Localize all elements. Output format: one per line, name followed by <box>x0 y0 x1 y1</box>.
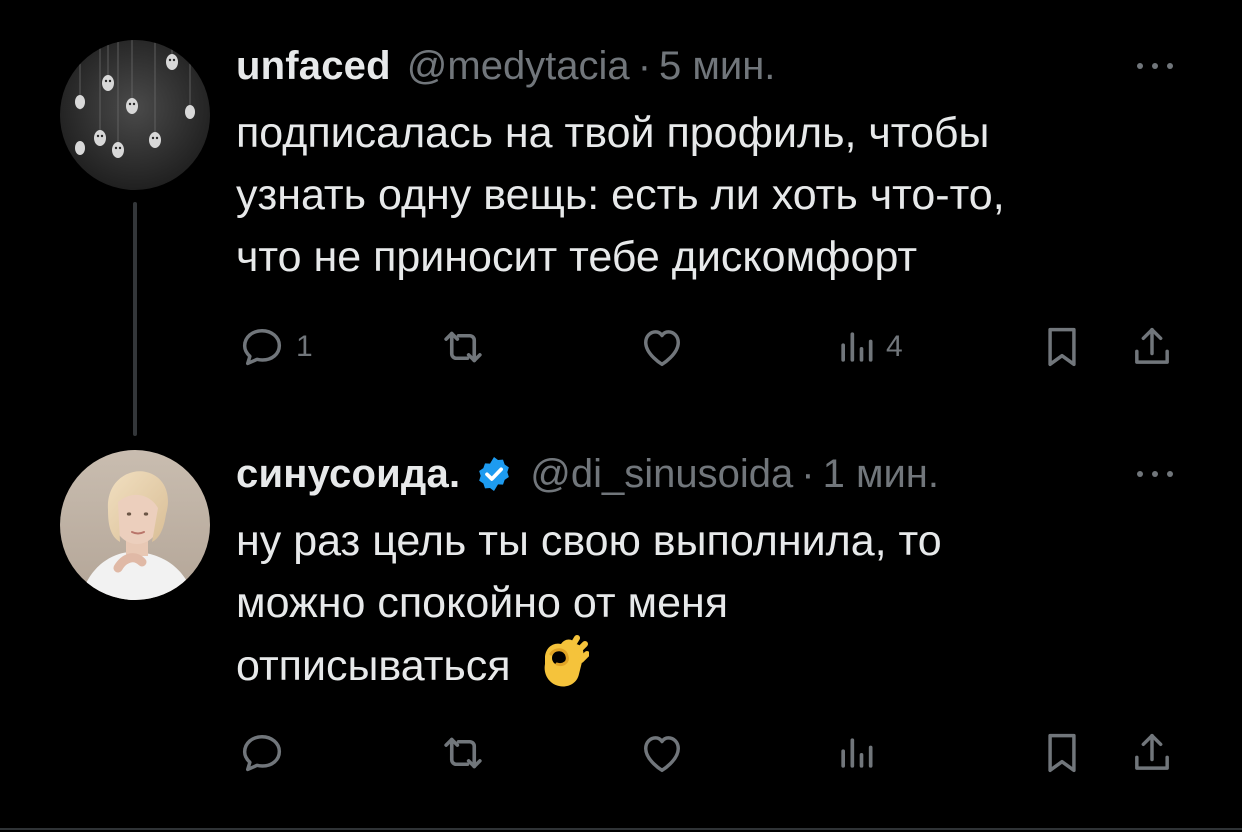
views-button[interactable]: 4 <box>834 320 903 374</box>
verified-badge-icon[interactable] <box>474 454 514 494</box>
tweet-text-segment: отписываться <box>236 642 511 690</box>
heart-icon <box>636 321 688 373</box>
share-icon <box>1126 321 1178 373</box>
tweet-text-line: можно спокойно от меня <box>236 579 729 627</box>
bookmark-button[interactable] <box>1036 726 1088 780</box>
analytics-icon <box>834 731 878 775</box>
tweet-text-line: узнать одну вещь: есть ли хоть что-то, <box>236 171 1005 219</box>
timestamp[interactable]: 1 мин. <box>823 452 939 497</box>
tweet-header: синусоида. @di_sinusoida · 1 мин. <box>236 446 939 502</box>
tweet-text-line: ну раз цель ты свою выполнила, то <box>236 517 942 565</box>
ok-hand-icon <box>537 634 590 707</box>
separator-dot: · <box>637 43 652 88</box>
tweet-text-line: отписываться <box>236 634 1196 707</box>
retweet-icon <box>436 726 490 780</box>
views-button[interactable] <box>834 726 886 780</box>
tweet-text-line: подписалась на твой профиль, чтобы <box>236 109 990 157</box>
like-button[interactable] <box>636 726 688 780</box>
bottom-divider <box>0 828 1242 830</box>
tweet-2[interactable]: синусоида. @di_sinusoida · 1 мин. ну раз… <box>0 440 1242 832</box>
display-name[interactable]: unfaced <box>236 44 391 89</box>
views-count: 4 <box>886 330 903 363</box>
separator-dot: · <box>801 451 815 496</box>
reply-icon <box>236 727 288 779</box>
action-bar: 1 4 <box>236 320 1186 374</box>
more-dots-icon[interactable] <box>1130 56 1180 76</box>
tweet-1[interactable]: unfaced @medytacia · 5 мин. подписалась … <box>0 0 1242 440</box>
reply-button[interactable] <box>236 726 296 780</box>
avatar[interactable] <box>60 450 210 600</box>
retweet-icon <box>436 320 490 374</box>
share-button[interactable] <box>1126 726 1178 780</box>
reply-button[interactable]: 1 <box>236 320 313 374</box>
reply-count: 1 <box>296 330 313 363</box>
share-icon <box>1126 727 1178 779</box>
heart-icon <box>636 727 688 779</box>
display-name[interactable]: синусоида. <box>236 452 460 497</box>
thread-line <box>133 202 137 436</box>
tweet-text-line: что не приносит тебе дискомфорт <box>236 233 918 281</box>
like-button[interactable] <box>636 320 688 374</box>
retweet-button[interactable] <box>436 320 490 374</box>
user-handle[interactable]: @medytacia <box>407 44 630 89</box>
tweet-text: подписалась на твой профиль, чтобы узнат… <box>236 102 1196 288</box>
avatar[interactable] <box>60 40 210 190</box>
analytics-icon <box>834 325 878 369</box>
retweet-button[interactable] <box>436 726 490 780</box>
tweet-header: unfaced @medytacia · 5 мин. <box>236 38 775 94</box>
reply-icon <box>236 321 288 373</box>
action-bar <box>236 726 1186 780</box>
bookmark-button[interactable] <box>1036 320 1088 374</box>
bookmark-icon <box>1036 727 1088 779</box>
share-button[interactable] <box>1126 320 1178 374</box>
bookmark-icon <box>1036 321 1088 373</box>
user-handle[interactable]: @di_sinusoida <box>530 452 793 497</box>
more-dots-icon[interactable] <box>1130 464 1180 484</box>
timestamp[interactable]: 5 мин. <box>659 44 775 89</box>
tweet-text: ну раз цель ты свою выполнила, то можно … <box>236 510 1196 707</box>
